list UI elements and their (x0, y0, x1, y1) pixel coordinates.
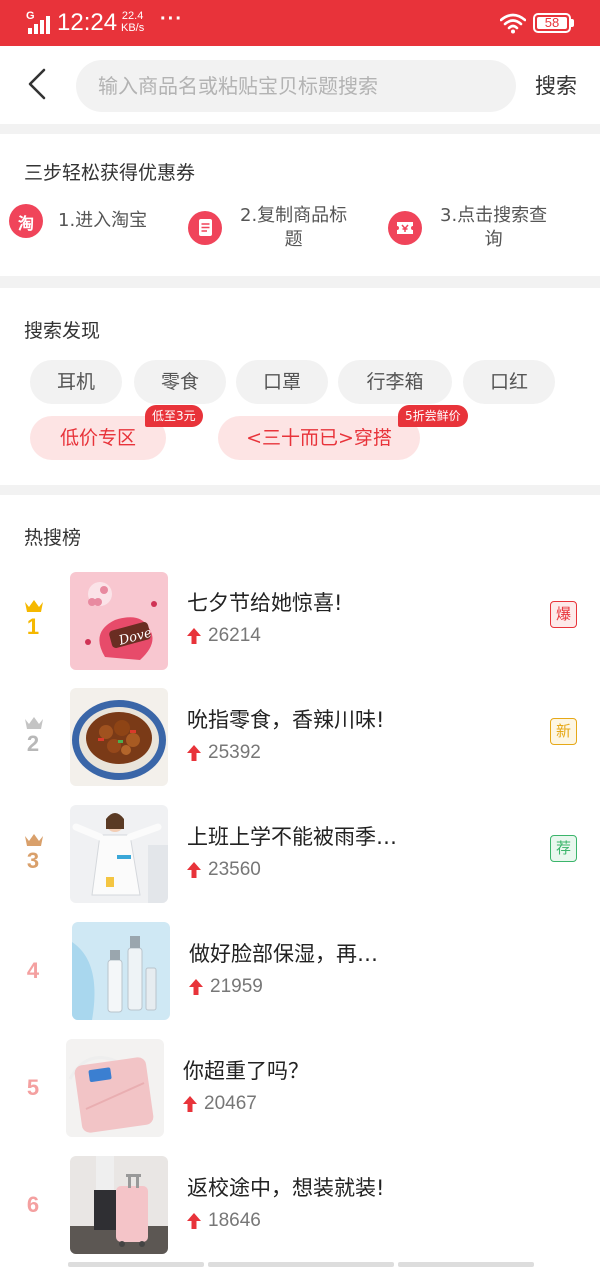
search-discover-section: 搜索发现 耳机 零食 口罩 行李箱 口红 低价专区 低至3元 <三十而已>穿搭 … (0, 288, 600, 485)
search-button[interactable]: 搜索 (535, 70, 577, 100)
pink-scale-image (66, 1039, 164, 1137)
chip-earphones[interactable]: 耳机 (30, 360, 122, 404)
taobao-icon: 淘 (9, 204, 43, 238)
item-title: 做好脸部保湿，再… (189, 942, 378, 966)
coupon-steps-section: 三步轻松获得优惠券 淘 1.进入淘宝 2.复制商品标 题 3.点击搜索查 询 (0, 134, 600, 276)
ticket-icon-glyph (397, 222, 413, 234)
rank-number: 3 (26, 848, 40, 873)
rank-number: 4 (26, 958, 40, 983)
signal-icon: G (26, 10, 52, 34)
dove-chocolate-image: Dove (70, 572, 168, 670)
item-title: 上班上学不能被雨季… (187, 825, 397, 849)
speed-value: 22.4 (121, 10, 144, 22)
step-3-label: 3.点击搜索查 询 (440, 204, 547, 252)
heat-up-arrow-icon (187, 862, 201, 878)
document-copy-icon (188, 211, 222, 245)
step-2-label: 2.复制商品标 题 (240, 204, 347, 252)
bronze-crown-icon (25, 834, 43, 846)
ticket-search-icon (388, 211, 422, 245)
heat-value: 25392 (208, 742, 261, 763)
hot-search-ranking: 热搜榜 1 Dove 七夕节给她惊喜! 26214 爆 2 吮指零食，香辣川味!… (0, 495, 600, 1267)
item-title: 吮指零食，香辣川味! (187, 708, 385, 732)
heat-up-arrow-icon (187, 1213, 201, 1229)
discount-badge: 5折尝鲜价 (398, 405, 468, 427)
search-bar[interactable] (76, 60, 516, 112)
next-row-peek (68, 1262, 204, 1267)
spicy-food-image (70, 688, 168, 786)
heat-up-arrow-icon (187, 628, 201, 644)
battery-level: 58 (544, 15, 560, 30)
chip-thirty-outfits[interactable]: <三十而已>穿搭 (218, 416, 420, 460)
network-type: G (26, 10, 35, 22)
discover-title: 搜索发现 (24, 320, 101, 342)
heat-up-arrow-icon (183, 1096, 197, 1112)
chip-lipstick[interactable]: 口红 (463, 360, 555, 404)
status-bar: G 12:24 22.4 KB/s ··· 58 (0, 0, 600, 46)
step-2-line-1: 2.复制商品标 (240, 205, 348, 226)
list-item[interactable]: 1 Dove 七夕节给她惊喜! 26214 爆 (0, 571, 600, 671)
heat-up-arrow-icon (187, 745, 201, 761)
steps-title: 三步轻松获得优惠券 (24, 162, 196, 184)
more-notifications-icon: ··· (160, 8, 183, 30)
search-header: 搜索 (0, 46, 600, 124)
step-1-label: 1.进入淘宝 (58, 210, 148, 231)
rank-number: 5 (26, 1075, 40, 1100)
wifi-icon (500, 13, 526, 34)
network-speed: 22.4 KB/s (121, 10, 144, 34)
chip-luggage[interactable]: 行李箱 (338, 360, 452, 404)
item-title: 返校途中，想装就装! (187, 1176, 385, 1200)
pink-luggage-image (70, 1156, 168, 1254)
speed-unit: KB/s (121, 22, 145, 34)
next-row-peek (208, 1262, 394, 1267)
list-item[interactable]: 3 上班上学不能被雨季… 23560 荐 (0, 805, 600, 905)
search-input[interactable] (98, 60, 410, 112)
battery-icon: 58 (533, 13, 571, 33)
tag-recommend: 荐 (550, 835, 577, 862)
step-3-line-2: 询 (484, 229, 503, 250)
tag-hot: 爆 (550, 601, 577, 628)
app-screen: G 12:24 22.4 KB/s ··· 58 输入商品名或粘贴宝贝标题搜索 … (0, 0, 600, 1267)
rank-number: 6 (26, 1192, 40, 1217)
list-item[interactable]: 6 返校途中，想装就装! 18646 (0, 1156, 600, 1256)
heat-value: 26214 (208, 625, 261, 646)
skincare-bottles-image (72, 922, 170, 1020)
list-item[interactable]: 5 你超重了吗？ 20467 (0, 1039, 600, 1139)
heat-value: 23560 (208, 859, 261, 880)
taobao-icon-glyph: 淘 (17, 214, 34, 233)
heat-value: 21959 (210, 976, 263, 997)
low-price-badge: 低至3元 (145, 405, 203, 427)
gold-crown-icon (25, 600, 43, 612)
list-item[interactable]: 2 吮指零食，香辣川味! 25392 新 (0, 688, 600, 788)
tag-new: 新 (550, 718, 577, 745)
item-title: 七夕节给她惊喜! (187, 591, 343, 615)
chip-snacks[interactable]: 零食 (134, 360, 226, 404)
chip-masks[interactable]: 口罩 (236, 360, 328, 404)
raincoat-girl-image (70, 805, 168, 903)
rank-number: 1 (26, 614, 40, 639)
list-item[interactable]: 4 做好脸部保湿，再… 21959 (0, 922, 600, 1022)
step-3-line-1: 3.点击搜索查 (440, 205, 548, 226)
clock: 12:24 (57, 9, 118, 36)
next-row-peek (398, 1262, 534, 1267)
silver-crown-icon (25, 717, 43, 729)
heat-up-arrow-icon (189, 979, 203, 995)
rank-number: 2 (26, 731, 40, 756)
heat-value: 20467 (204, 1093, 257, 1114)
step-2-line-2: 题 (284, 229, 303, 250)
heat-value: 18646 (208, 1210, 261, 1231)
hot-list-title: 热搜榜 (24, 527, 82, 549)
back-arrow-icon[interactable] (22, 66, 52, 102)
document-icon-glyph (199, 219, 212, 236)
item-title: 你超重了吗？ (183, 1059, 309, 1083)
